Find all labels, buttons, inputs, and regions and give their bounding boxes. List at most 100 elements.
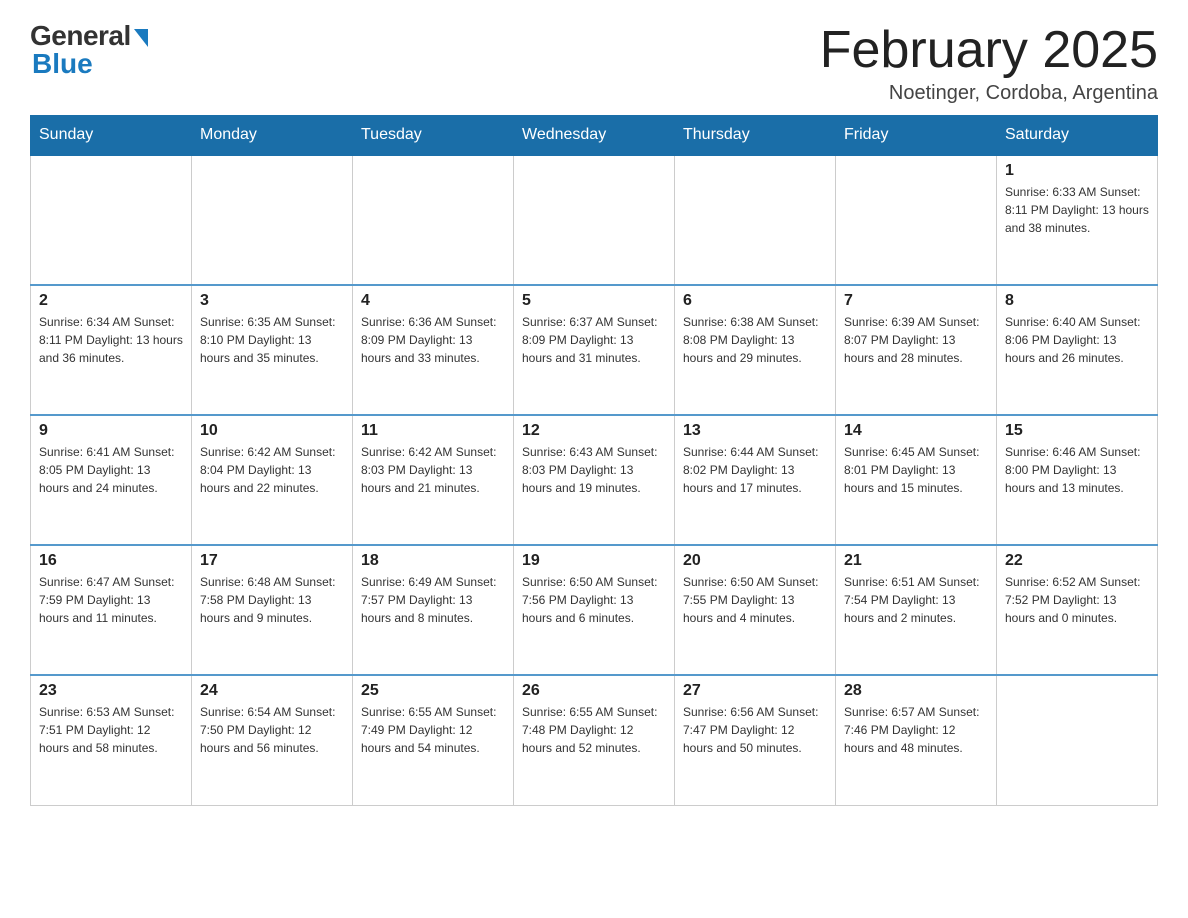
day-number: 13 — [683, 422, 827, 440]
month-title: February 2025 — [820, 20, 1158, 80]
day-number: 14 — [844, 422, 988, 440]
calendar-cell: 28 Sunrise: 6:57 AM Sunset: 7:46 PM Dayli… — [836, 675, 997, 805]
day-info: Sunrise: 6:53 AM Sunset: 7:51 PM Dayligh… — [39, 703, 183, 757]
day-number: 15 — [1005, 422, 1149, 440]
day-number: 25 — [361, 682, 505, 700]
day-info: Sunrise: 6:39 AM Sunset: 8:07 PM Dayligh… — [844, 313, 988, 367]
day-number: 22 — [1005, 552, 1149, 570]
calendar-cell: 6Sunrise: 6:38 AM Sunset: 8:08 PM Daylig… — [675, 285, 836, 415]
day-info: Sunrise: 6:55 AM Sunset: 7:49 PM Dayligh… — [361, 703, 505, 757]
day-number: 9 — [39, 422, 183, 440]
day-info: Sunrise: 6:46 AM Sunset: 8:00 PM Dayligh… — [1005, 443, 1149, 497]
day-number: 17 — [200, 552, 344, 570]
day-number: 16 — [39, 552, 183, 570]
calendar-cell — [31, 155, 192, 285]
weekday-header-row: SundayMondayTuesdayWednesdayThursdayFrid… — [31, 116, 1158, 156]
day-info: Sunrise: 6:57 AM Sunset: 7:46 PM Dayligh… — [844, 703, 988, 757]
day-info: Sunrise: 6:42 AM Sunset: 8:04 PM Dayligh… — [200, 443, 344, 497]
day-number: 5 — [522, 292, 666, 310]
calendar-week-row: 1Sunrise: 6:33 AM Sunset: 8:11 PM Daylig… — [31, 155, 1158, 285]
day-info: Sunrise: 6:56 AM Sunset: 7:47 PM Dayligh… — [683, 703, 827, 757]
day-info: Sunrise: 6:55 AM Sunset: 7:48 PM Dayligh… — [522, 703, 666, 757]
calendar-cell: 7 Sunrise: 6:39 AM Sunset: 8:07 PM Daylig… — [836, 285, 997, 415]
calendar-cell: 12Sunrise: 6:43 AM Sunset: 8:03 PM Dayli… — [514, 415, 675, 545]
day-number: 18 — [361, 552, 505, 570]
calendar-week-row: 23 Sunrise: 6:53 AM Sunset: 7:51 PM Dayli… — [31, 675, 1158, 805]
calendar-cell: 19Sunrise: 6:50 AM Sunset: 7:56 PM Dayli… — [514, 545, 675, 675]
day-info: Sunrise: 6:51 AM Sunset: 7:54 PM Dayligh… — [844, 573, 988, 627]
page-header: General Blue February 2025 Noetinger, Co… — [30, 20, 1158, 105]
day-number: 26 — [522, 682, 666, 700]
weekday-header-saturday: Saturday — [997, 116, 1158, 156]
day-info: Sunrise: 6:44 AM Sunset: 8:02 PM Dayligh… — [683, 443, 827, 497]
day-info: Sunrise: 6:34 AM Sunset: 8:11 PM Dayligh… — [39, 313, 183, 367]
calendar-week-row: 16 Sunrise: 6:47 AM Sunset: 7:59 PM Dayli… — [31, 545, 1158, 675]
day-number: 20 — [683, 552, 827, 570]
calendar-cell — [353, 155, 514, 285]
calendar-cell: 17 Sunrise: 6:48 AM Sunset: 7:58 PM Dayli… — [192, 545, 353, 675]
day-info: Sunrise: 6:33 AM Sunset: 8:11 PM Dayligh… — [1005, 183, 1149, 237]
day-number: 3 — [200, 292, 344, 310]
calendar-cell — [836, 155, 997, 285]
calendar-cell: 3 Sunrise: 6:35 AM Sunset: 8:10 PM Daylig… — [192, 285, 353, 415]
weekday-header-tuesday: Tuesday — [353, 116, 514, 156]
calendar-cell — [514, 155, 675, 285]
calendar-cell: 24 Sunrise: 6:54 AM Sunset: 7:50 PM Dayli… — [192, 675, 353, 805]
logo-arrow-icon — [134, 29, 148, 47]
day-info: Sunrise: 6:52 AM Sunset: 7:52 PM Dayligh… — [1005, 573, 1149, 627]
day-info: Sunrise: 6:54 AM Sunset: 7:50 PM Dayligh… — [200, 703, 344, 757]
title-section: February 2025 Noetinger, Cordoba, Argent… — [820, 20, 1158, 105]
day-info: Sunrise: 6:42 AM Sunset: 8:03 PM Dayligh… — [361, 443, 505, 497]
weekday-header-sunday: Sunday — [31, 116, 192, 156]
calendar-cell: 18 Sunrise: 6:49 AM Sunset: 7:57 PM Dayli… — [353, 545, 514, 675]
day-number: 7 — [844, 292, 988, 310]
calendar-cell: 16 Sunrise: 6:47 AM Sunset: 7:59 PM Dayli… — [31, 545, 192, 675]
day-number: 19 — [522, 552, 666, 570]
day-info: Sunrise: 6:48 AM Sunset: 7:58 PM Dayligh… — [200, 573, 344, 627]
calendar-cell: 21 Sunrise: 6:51 AM Sunset: 7:54 PM Dayli… — [836, 545, 997, 675]
day-info: Sunrise: 6:40 AM Sunset: 8:06 PM Dayligh… — [1005, 313, 1149, 367]
calendar-cell: 11 Sunrise: 6:42 AM Sunset: 8:03 PM Dayli… — [353, 415, 514, 545]
day-info: Sunrise: 6:41 AM Sunset: 8:05 PM Dayligh… — [39, 443, 183, 497]
day-number: 21 — [844, 552, 988, 570]
calendar-cell: 8 Sunrise: 6:40 AM Sunset: 8:06 PM Daylig… — [997, 285, 1158, 415]
day-number: 23 — [39, 682, 183, 700]
day-number: 11 — [361, 422, 505, 440]
calendar-table: SundayMondayTuesdayWednesdayThursdayFrid… — [30, 115, 1158, 806]
calendar-cell: 20 Sunrise: 6:50 AM Sunset: 7:55 PM Dayli… — [675, 545, 836, 675]
calendar-cell: 25 Sunrise: 6:55 AM Sunset: 7:49 PM Dayli… — [353, 675, 514, 805]
calendar-cell: 2 Sunrise: 6:34 AM Sunset: 8:11 PM Daylig… — [31, 285, 192, 415]
day-info: Sunrise: 6:50 AM Sunset: 7:55 PM Dayligh… — [683, 573, 827, 627]
calendar-cell — [192, 155, 353, 285]
weekday-header-monday: Monday — [192, 116, 353, 156]
day-info: Sunrise: 6:43 AM Sunset: 8:03 PM Dayligh… — [522, 443, 666, 497]
day-number: 8 — [1005, 292, 1149, 310]
day-info: Sunrise: 6:49 AM Sunset: 7:57 PM Dayligh… — [361, 573, 505, 627]
calendar-cell: 1Sunrise: 6:33 AM Sunset: 8:11 PM Daylig… — [997, 155, 1158, 285]
day-number: 4 — [361, 292, 505, 310]
day-info: Sunrise: 6:45 AM Sunset: 8:01 PM Dayligh… — [844, 443, 988, 497]
location-text: Noetinger, Cordoba, Argentina — [820, 82, 1158, 105]
calendar-cell: 26 Sunrise: 6:55 AM Sunset: 7:48 PM Dayli… — [514, 675, 675, 805]
day-info: Sunrise: 6:36 AM Sunset: 8:09 PM Dayligh… — [361, 313, 505, 367]
day-info: Sunrise: 6:35 AM Sunset: 8:10 PM Dayligh… — [200, 313, 344, 367]
calendar-cell — [997, 675, 1158, 805]
weekday-header-wednesday: Wednesday — [514, 116, 675, 156]
calendar-cell: 27 Sunrise: 6:56 AM Sunset: 7:47 PM Dayli… — [675, 675, 836, 805]
calendar-week-row: 9 Sunrise: 6:41 AM Sunset: 8:05 PM Daylig… — [31, 415, 1158, 545]
day-number: 2 — [39, 292, 183, 310]
calendar-cell: 15 Sunrise: 6:46 AM Sunset: 8:00 PM Dayli… — [997, 415, 1158, 545]
day-number: 28 — [844, 682, 988, 700]
day-info: Sunrise: 6:37 AM Sunset: 8:09 PM Dayligh… — [522, 313, 666, 367]
calendar-week-row: 2 Sunrise: 6:34 AM Sunset: 8:11 PM Daylig… — [31, 285, 1158, 415]
weekday-header-thursday: Thursday — [675, 116, 836, 156]
calendar-cell: 4 Sunrise: 6:36 AM Sunset: 8:09 PM Daylig… — [353, 285, 514, 415]
calendar-cell: 13 Sunrise: 6:44 AM Sunset: 8:02 PM Dayli… — [675, 415, 836, 545]
day-info: Sunrise: 6:47 AM Sunset: 7:59 PM Dayligh… — [39, 573, 183, 627]
day-number: 10 — [200, 422, 344, 440]
calendar-cell: 10 Sunrise: 6:42 AM Sunset: 8:04 PM Dayli… — [192, 415, 353, 545]
calendar-cell: 5 Sunrise: 6:37 AM Sunset: 8:09 PM Daylig… — [514, 285, 675, 415]
day-info: Sunrise: 6:38 AM Sunset: 8:08 PM Dayligh… — [683, 313, 827, 367]
day-number: 24 — [200, 682, 344, 700]
day-number: 27 — [683, 682, 827, 700]
